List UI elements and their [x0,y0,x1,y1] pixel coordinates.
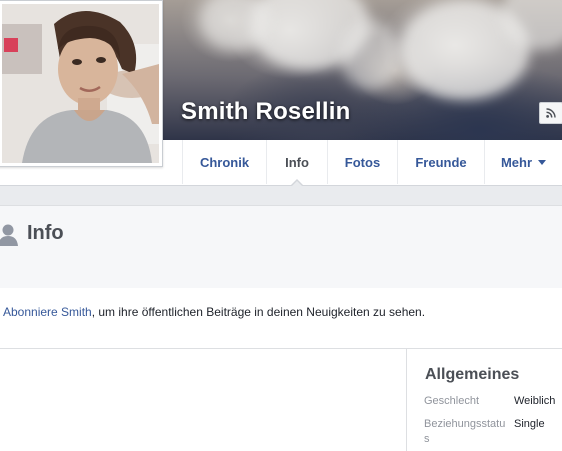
subscribe-notice: Abonniere Smith, um ihre öffentlichen Be… [0,288,562,349]
subscribe-rss-button[interactable] [539,102,562,124]
info-content: Allgemeines Geschlecht Weiblich Beziehun… [0,349,562,451]
tab-label: Chronik [199,154,250,170]
tab-label: Mehr [500,154,533,170]
avatar-photo [2,4,159,163]
tab-label: Info [285,154,309,170]
subscribe-description: , um ihre öffentlichen Beiträge in deine… [91,305,426,319]
general-section-title: Allgemeines [425,366,520,383]
tab-label: Fotos [344,154,381,170]
tab-mehr[interactable]: Mehr [484,140,562,184]
section-heading: Info [27,222,64,244]
subscribe-text: Abonniere Smith, um ihre öffentlichen Be… [3,305,425,319]
gender-label: Geschlecht [424,395,480,407]
subscribe-link[interactable]: Abonniere Smith [3,305,92,319]
rss-icon [546,108,556,118]
tab-fotos[interactable]: Fotos [327,140,397,184]
tab-chronik[interactable]: Chronik [182,140,266,184]
profile-picture[interactable] [0,0,163,167]
tab-label: Freunde [415,154,467,170]
person-icon [0,224,18,246]
info-header: Info [0,205,562,289]
relationship-value: Single [514,418,545,430]
gender-value: Weiblich [514,395,556,407]
profile-name[interactable]: Smith Rosellin [181,98,351,126]
tab-info[interactable]: Info [266,140,327,186]
tab-freunde[interactable]: Freunde [397,140,484,184]
avatar [2,4,159,163]
chevron-down-icon [538,159,547,165]
relationship-label: Beziehungsstatus [424,418,506,445]
column-divider [406,349,407,451]
